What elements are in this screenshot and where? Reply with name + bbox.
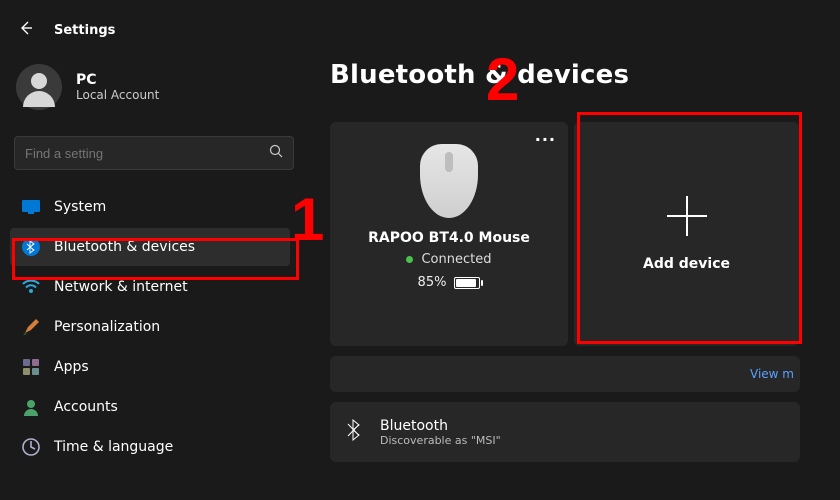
globe-clock-icon xyxy=(22,438,40,456)
sidebar-item-label: Bluetooth & devices xyxy=(54,239,195,255)
sidebar-item-label: Time & language xyxy=(54,439,173,455)
sidebar-item-bluetooth[interactable]: Bluetooth & devices xyxy=(10,228,290,266)
back-icon[interactable] xyxy=(18,20,34,40)
sidebar-item-system[interactable]: System xyxy=(10,188,290,226)
avatar xyxy=(16,64,62,110)
wifi-icon xyxy=(22,278,40,296)
user-profile[interactable]: PC Local Account xyxy=(10,58,310,128)
bluetooth-title: Bluetooth xyxy=(380,418,501,434)
bluetooth-icon xyxy=(346,419,364,445)
device-name: RAPOO BT4.0 Mouse xyxy=(368,230,530,246)
plus-icon xyxy=(667,196,707,236)
sidebar-item-personalization[interactable]: Personalization xyxy=(10,308,290,346)
sidebar-item-time[interactable]: Time & language xyxy=(10,428,290,466)
mouse-icon xyxy=(420,144,478,218)
display-icon xyxy=(22,198,40,216)
paintbrush-icon xyxy=(22,318,40,336)
device-card-mouse[interactable]: ··· RAPOO BT4.0 Mouse Connected 85% xyxy=(330,122,568,346)
sidebar-item-label: Apps xyxy=(54,359,89,375)
bluetooth-icon xyxy=(22,238,40,256)
bluetooth-subtitle: Discoverable as "MSI" xyxy=(380,434,501,447)
apps-icon xyxy=(22,358,40,376)
add-device-label: Add device xyxy=(643,256,730,272)
add-device-button[interactable]: Add device xyxy=(574,122,799,346)
page-title: Bluetooth & devices xyxy=(330,60,840,90)
search-icon xyxy=(269,144,283,162)
bluetooth-toggle-card[interactable]: Bluetooth Discoverable as "MSI" xyxy=(330,402,800,462)
sidebar-item-label: Accounts xyxy=(54,399,118,415)
sidebar-item-label: Personalization xyxy=(54,319,160,335)
sidebar-item-network[interactable]: Network & internet xyxy=(10,268,290,306)
view-more-bar[interactable]: View m xyxy=(330,356,800,392)
user-subtitle: Local Account xyxy=(76,88,159,102)
status-dot-icon xyxy=(406,256,413,263)
battery-percentage: 85% xyxy=(418,275,447,290)
person-icon xyxy=(22,398,40,416)
sidebar-item-accounts[interactable]: Accounts xyxy=(10,388,290,426)
sidebar-item-label: System xyxy=(54,199,106,215)
view-more-link[interactable]: View m xyxy=(750,367,794,381)
device-status: Connected xyxy=(421,252,491,267)
sidebar-item-apps[interactable]: Apps xyxy=(10,348,290,386)
user-name: PC xyxy=(76,72,159,88)
device-more-icon[interactable]: ··· xyxy=(535,130,556,149)
search-input[interactable] xyxy=(14,136,294,170)
sidebar-item-label: Network & internet xyxy=(54,279,188,295)
settings-title: Settings xyxy=(54,23,115,38)
battery-icon xyxy=(454,277,480,289)
search-field[interactable] xyxy=(25,146,269,161)
